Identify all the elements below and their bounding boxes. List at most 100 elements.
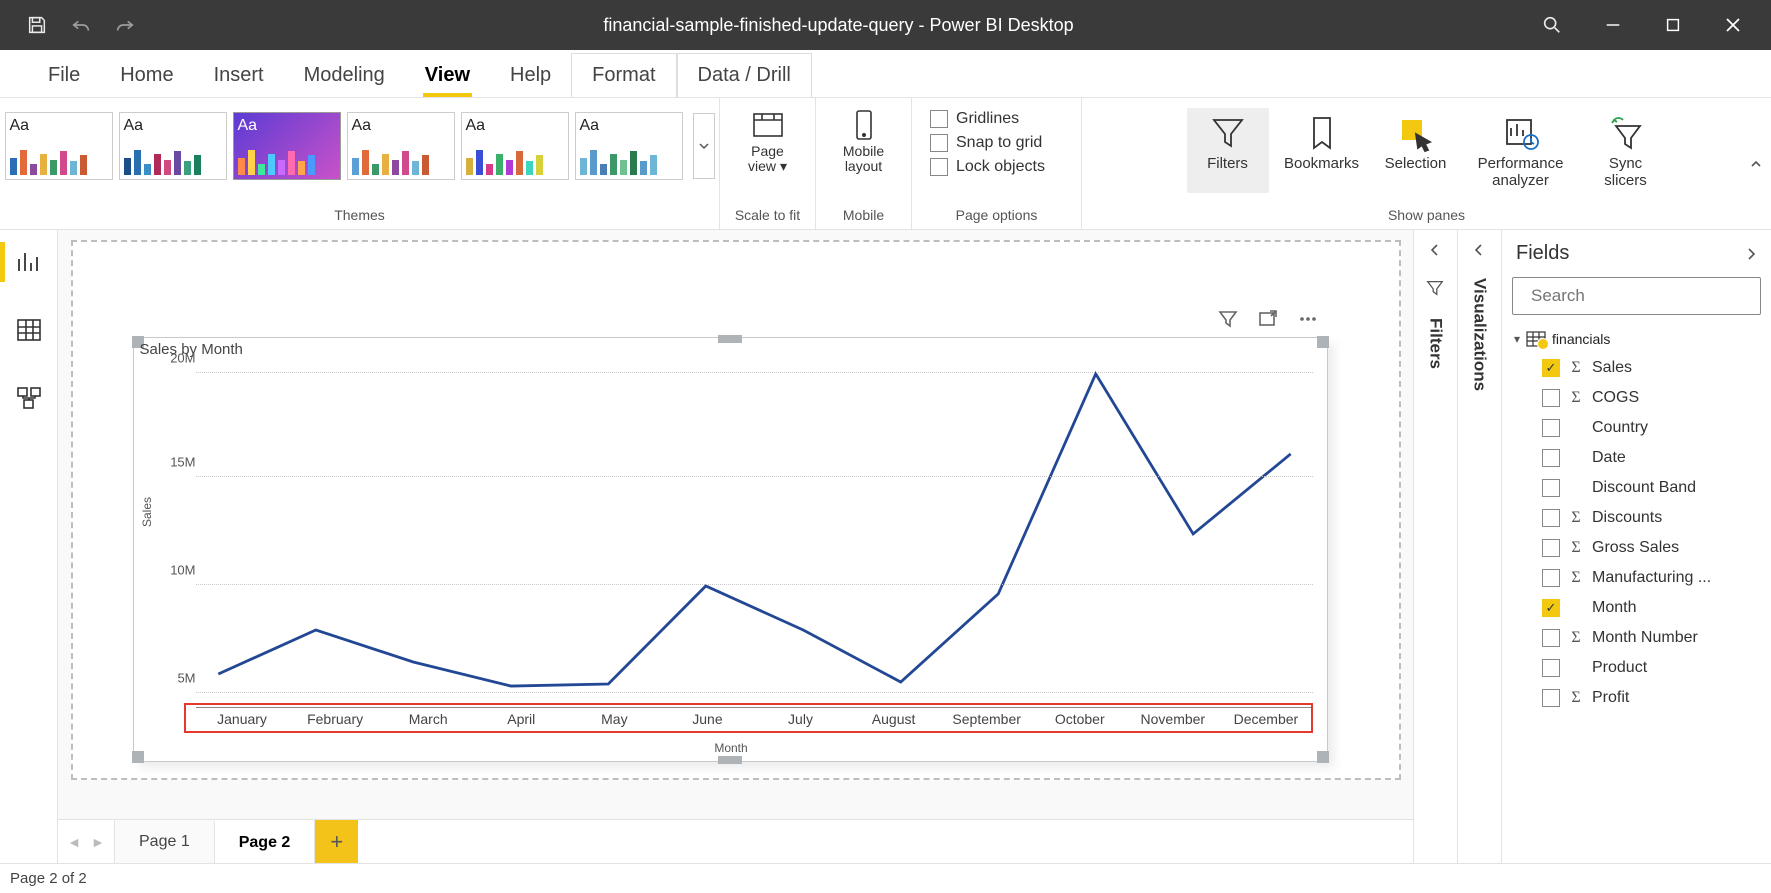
status-text: Page 2 of 2 <box>10 870 87 887</box>
checkbox[interactable] <box>1542 539 1560 557</box>
gridlines-checkbox[interactable]: Gridlines <box>930 110 1045 128</box>
menu-insert[interactable]: Insert <box>194 54 284 97</box>
menu-home[interactable]: Home <box>100 54 193 97</box>
field-country[interactable]: ΣCountry <box>1508 413 1771 443</box>
checkbox[interactable] <box>1542 419 1560 437</box>
x-tick: January <box>196 708 289 731</box>
checkbox[interactable] <box>1542 689 1560 707</box>
focus-mode-icon[interactable] <box>1257 308 1279 330</box>
field-month-number[interactable]: Σ Month Number <box>1508 623 1771 653</box>
checkbox[interactable] <box>1542 359 1560 377</box>
report-page[interactable]: Sales by Month Sales 5M 10M 15M 20M <box>71 240 1401 780</box>
sigma-icon: Σ <box>1568 539 1584 557</box>
theme-option-4[interactable]: Aa <box>347 112 455 180</box>
ribbon-collapse-button[interactable] <box>1749 157 1763 171</box>
ribbon-group-page-options: Gridlines Snap to grid Lock objects Page… <box>912 98 1082 229</box>
table-financials[interactable]: ▾ financials <box>1508 325 1771 353</box>
window-title: financial-sample-finished-update-query -… <box>136 15 1541 36</box>
save-icon[interactable] <box>26 14 48 36</box>
field-label: Month <box>1592 599 1636 617</box>
lock-objects-checkbox[interactable]: Lock objects <box>930 158 1045 176</box>
menu-help[interactable]: Help <box>490 54 571 97</box>
visual-filter-icon[interactable] <box>1217 308 1239 330</box>
add-page-button[interactable]: + <box>314 820 358 863</box>
checkbox[interactable] <box>1542 659 1560 677</box>
chevron-down-icon: ▾ <box>1514 332 1520 346</box>
performance-analyzer-button[interactable]: Performance analyzer <box>1469 108 1573 193</box>
redo-icon[interactable] <box>114 14 136 36</box>
search-input[interactable] <box>1531 286 1752 306</box>
selection-pane-button[interactable]: Selection <box>1375 108 1457 193</box>
filters-pane-button[interactable]: Filters <box>1187 108 1269 193</box>
field-discount-band[interactable]: ΣDiscount Band <box>1508 473 1771 503</box>
snap-to-grid-checkbox[interactable]: Snap to grid <box>930 134 1045 152</box>
field-month[interactable]: ΣMonth <box>1508 593 1771 623</box>
theme-option-2[interactable]: Aa <box>119 112 227 180</box>
resize-handle[interactable] <box>718 335 742 343</box>
themes-dropdown[interactable] <box>693 113 715 179</box>
page-view-button[interactable]: Page view ▾ <box>725 104 811 175</box>
sigma-icon: Σ <box>1568 509 1584 527</box>
filters-pane-collapsed[interactable]: Filters <box>1414 230 1458 863</box>
close-icon[interactable] <box>1723 15 1743 35</box>
checkbox[interactable] <box>1542 629 1560 647</box>
theme-option-1[interactable]: Aa <box>5 112 113 180</box>
ribbon-group-themes: Aa Aa Aa Aa Aa Aa Themes <box>0 98 720 229</box>
theme-option-5[interactable]: Aa <box>461 112 569 180</box>
scale-label: Scale to fit <box>735 207 800 225</box>
search-icon[interactable] <box>1541 14 1563 36</box>
x-tick: May <box>568 708 661 731</box>
menu-view[interactable]: View <box>405 54 490 97</box>
resize-handle[interactable] <box>1317 336 1329 348</box>
checkbox[interactable] <box>1542 389 1560 407</box>
field-gross-sales[interactable]: ΣGross Sales <box>1508 533 1771 563</box>
menubar: File Home Insert Modeling View Help Form… <box>0 50 1771 98</box>
sigma-icon: Σ <box>1568 629 1584 647</box>
mobile-layout-button[interactable]: Mobile layout <box>821 104 907 175</box>
menu-file[interactable]: File <box>28 54 100 97</box>
checkbox[interactable] <box>1542 599 1560 617</box>
menu-data-drill[interactable]: Data / Drill <box>677 53 812 97</box>
field-product[interactable]: ΣProduct <box>1508 653 1771 683</box>
resize-handle[interactable] <box>718 756 742 764</box>
model-view-button[interactable] <box>7 378 51 418</box>
field-label: Month Number <box>1592 629 1698 647</box>
tab-page-2[interactable]: Page 2 <box>214 820 315 863</box>
undo-icon[interactable] <box>70 14 92 36</box>
field-sales[interactable]: ΣSales <box>1508 353 1771 383</box>
x-tick: October <box>1033 708 1126 731</box>
field-profit[interactable]: ΣProfit <box>1508 683 1771 713</box>
bookmarks-pane-button[interactable]: Bookmarks <box>1281 108 1363 193</box>
line-chart-visual[interactable]: Sales by Month Sales 5M 10M 15M 20M <box>133 337 1328 762</box>
checkbox[interactable] <box>1542 479 1560 497</box>
report-view-button[interactable] <box>7 242 51 282</box>
maximize-icon[interactable] <box>1663 15 1683 35</box>
more-options-icon[interactable] <box>1297 308 1319 330</box>
menu-modeling[interactable]: Modeling <box>284 54 405 97</box>
tab-prev-icon[interactable]: ◄ <box>67 834 81 850</box>
theme-option-6[interactable]: Aa <box>575 112 683 180</box>
page-options-label: Page options <box>956 207 1038 225</box>
tab-next-icon[interactable]: ► <box>91 834 105 850</box>
field-manufacturing-[interactable]: ΣManufacturing ... <box>1508 563 1771 593</box>
resize-handle[interactable] <box>132 751 144 763</box>
x-tick: September <box>940 708 1033 731</box>
field-discounts[interactable]: ΣDiscounts <box>1508 503 1771 533</box>
theme-option-3-selected[interactable]: Aa <box>233 112 341 180</box>
checkbox[interactable] <box>1542 509 1560 527</box>
field-cogs[interactable]: ΣCOGS <box>1508 383 1771 413</box>
tab-page-1[interactable]: Page 1 <box>114 820 214 863</box>
sync-slicers-button[interactable]: Sync slicers <box>1585 108 1667 193</box>
visualizations-pane-collapsed[interactable]: Visualizations <box>1458 230 1502 863</box>
checkbox[interactable] <box>1542 449 1560 467</box>
show-panes-label: Show panes <box>1388 207 1465 225</box>
field-date[interactable]: ΣDate <box>1508 443 1771 473</box>
fields-search[interactable] <box>1512 277 1761 315</box>
data-view-button[interactable] <box>7 310 51 350</box>
menu-format[interactable]: Format <box>571 53 676 97</box>
minimize-icon[interactable] <box>1603 15 1623 35</box>
ribbon-group-show-panes: Filters Bookmarks Selection Performance … <box>1082 98 1771 229</box>
checkbox[interactable] <box>1542 569 1560 587</box>
fields-collapse-icon[interactable] <box>1743 246 1759 262</box>
status-bar: Page 2 of 2 <box>0 863 1771 893</box>
